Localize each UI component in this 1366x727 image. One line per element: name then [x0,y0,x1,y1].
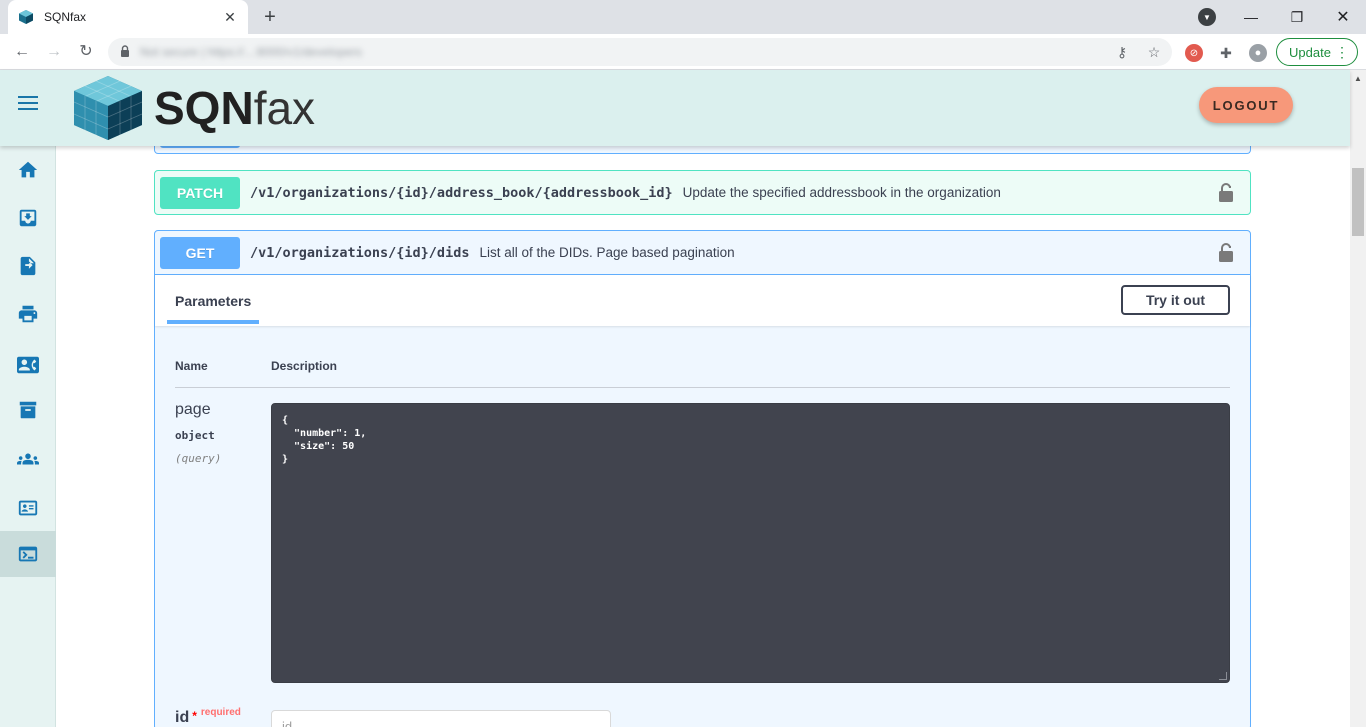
param-name-page: page [175,401,211,418]
sidebar-item-home[interactable] [0,147,56,193]
minimize-icon[interactable]: — [1228,0,1274,34]
parameters-header: Parameters Try it out [155,275,1250,326]
unlock-icon[interactable] [1218,243,1234,263]
previous-operation-block[interactable] [154,146,1251,154]
operation-description: Update the specified addressbook in the … [682,185,1001,200]
operation-path: /v1/organizations/{id}/dids [250,244,470,261]
required-star: * [192,709,197,723]
column-header-description: Description [271,359,338,373]
users-icon [17,453,39,465]
printer-icon [18,305,38,323]
browser-tab[interactable]: SQNfax ✕ [8,0,248,34]
sidebar [0,146,56,727]
browser-toolbar: ← → ↻ Not secure | https://...:8000/v1/d… [0,34,1366,70]
resize-handle-icon[interactable] [1219,672,1227,680]
sidebar-item-developer[interactable] [0,531,56,577]
scroll-up-arrow-icon[interactable]: ▲ [1354,74,1362,83]
extensions-puzzle-icon[interactable]: ✚ [1217,44,1235,62]
param-type: object [175,429,215,442]
sidebar-item-users[interactable] [0,436,56,482]
required-label: required [200,707,241,718]
page-param-value: { "number": 1, "size": 50 } [282,415,367,465]
sidebar-item-id-card[interactable] [0,485,56,531]
id-card-icon [18,500,38,516]
window-close-icon[interactable]: ✕ [1320,0,1366,34]
forward-icon[interactable]: → [42,40,66,64]
tab-parameters[interactable]: Parameters [175,293,251,309]
inbox-icon [19,209,37,227]
tab-close-icon[interactable]: ✕ [222,9,238,26]
app-header: SQNfax LOGOUT [0,70,1350,146]
sqnfax-logo-icon [73,76,143,140]
param-name-id: id * required [175,707,241,727]
page-param-textarea[interactable]: { "number": 1, "size": 50 } [271,403,1230,683]
column-header-name: Name [175,359,208,373]
lock-icon [121,45,129,57]
operation-patch-addressbook[interactable]: PATCH /v1/organizations/{id}/address_boo… [154,170,1251,215]
method-badge: PATCH [160,176,240,209]
terminal-icon [18,546,38,562]
tab-title: SQNfax [44,10,87,24]
sidebar-item-inbox[interactable] [0,195,56,241]
operation-summary[interactable]: GET /v1/organizations/{id}/dids List all… [155,231,1250,274]
sidebar-item-send[interactable] [0,243,56,289]
try-it-out-button[interactable]: Try it out [1121,285,1230,315]
sidebar-item-print[interactable] [0,291,56,337]
hamburger-menu-icon[interactable] [18,96,38,112]
restore-icon[interactable]: ❐ [1274,0,1320,34]
browser-update-button[interactable]: Update ⋮ [1276,38,1358,66]
kebab-menu-icon[interactable]: ⋮ [1335,45,1349,59]
id-input[interactable]: id [271,710,611,727]
page-scrollbar[interactable]: ▲ [1350,70,1366,727]
browser-tab-bar: SQNfax ✕ + ▼ — ❐ ✕ [0,0,1366,34]
app-logo-text: SQNfax [154,82,315,134]
tab-search-icon[interactable]: ▼ [1198,8,1216,26]
unlock-icon[interactable] [1218,183,1234,203]
contacts-icon [17,356,39,374]
key-icon[interactable]: ⚷ [1114,44,1130,60]
bookmark-star-icon[interactable]: ☆ [1146,44,1162,60]
home-icon [18,161,38,178]
back-icon[interactable]: ← [10,40,34,64]
reload-icon[interactable]: ↻ [74,40,98,64]
operation-get-dids: GET /v1/organizations/{id}/dids List all… [154,230,1251,727]
address-bar[interactable]: Not secure | https://...:8000/v1/develop… [108,38,1172,66]
send-document-icon [20,256,36,276]
url-text: Not secure | https://...:8000/v1/develop… [140,45,362,59]
param-location: (query) [175,452,222,465]
operation-summary[interactable]: PATCH /v1/organizations/{id}/address_boo… [155,171,1250,214]
param-id-label: id [175,709,190,726]
sidebar-item-contacts[interactable] [0,342,56,388]
scrollbar-thumb[interactable] [1352,168,1364,236]
extension-blocked-icon[interactable]: ⊘ [1185,44,1203,62]
sidebar-item-archive[interactable] [0,387,56,433]
logo-light-part: fax [253,82,316,134]
logo-bold-part: SQN [154,82,254,134]
profile-avatar-icon[interactable]: ● [1249,44,1267,62]
new-tab-icon[interactable]: + [258,5,282,29]
method-badge: GET [160,236,240,269]
operation-description: List all of the DIDs. Page based paginat… [479,245,735,260]
sqnfax-favicon-icon [19,10,33,24]
logout-button[interactable]: LOGOUT [1199,87,1293,123]
archive-icon [19,401,37,419]
operation-path: /v1/organizations/{id}/address_book/{add… [250,184,673,201]
update-label: Update [1289,44,1331,60]
api-docs-content: PATCH /v1/organizations/{id}/address_boo… [56,146,1350,727]
